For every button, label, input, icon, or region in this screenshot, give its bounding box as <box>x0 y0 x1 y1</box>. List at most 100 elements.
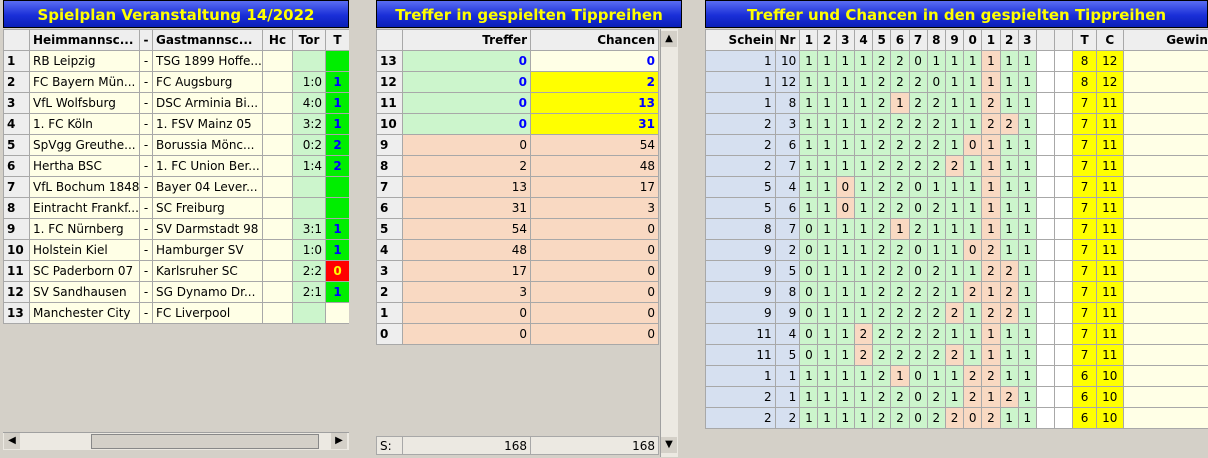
score-cell[interactable]: 1:4 <box>292 155 326 177</box>
table-row[interactable]: 8 2 48 <box>376 155 659 177</box>
column-header[interactable]: Nr <box>774 29 801 51</box>
column-header[interactable] <box>1054 29 1074 51</box>
table-row[interactable]: 9 8 0 1 1 1 2 2 2 2 1 2 1 2 1 7 11 <box>705 281 1208 303</box>
column-header[interactable]: 0 <box>963 29 983 51</box>
handicap-cell[interactable] <box>262 50 293 72</box>
column-header-hc[interactable]: Hc <box>262 29 293 51</box>
tendency-cell[interactable]: 1 <box>325 92 349 114</box>
table-row[interactable]: 8 Eintracht Frankf... - SC Freiburg <box>3 197 349 219</box>
tendency-cell[interactable]: 1 <box>325 239 349 261</box>
table-row[interactable]: 13 Manchester City - FC Liverpool <box>3 302 349 324</box>
tendency-cell[interactable]: 1 <box>325 113 349 135</box>
handicap-cell[interactable] <box>262 155 293 177</box>
table-row[interactable]: 2 2 1 1 1 1 2 2 0 2 2 0 2 1 1 6 10 <box>705 407 1208 429</box>
table-row[interactable]: 100 <box>376 302 659 324</box>
table-row[interactable]: 10 Holstein Kiel - Hamburger SV 1:0 1 <box>3 239 349 261</box>
tendency-cell[interactable] <box>325 50 349 72</box>
table-row[interactable]: 4 1. FC Köln -1. FSV Mainz 05 3:2 1 <box>3 113 349 135</box>
column-header-tor[interactable]: Tor <box>292 29 326 51</box>
column-header[interactable]: 5 <box>872 29 892 51</box>
handicap-cell[interactable] <box>262 239 293 261</box>
table-row[interactable]: 7 13 17 <box>376 176 659 198</box>
handicap-cell[interactable] <box>262 197 293 219</box>
column-header[interactable]: 1 <box>981 29 1001 51</box>
table-row[interactable]: 3 VfL Wolfsburg - DSC Arminia Bi... 4:0 1 <box>3 92 349 114</box>
column-header[interactable]: 2 <box>999 29 1019 51</box>
score-cell[interactable] <box>292 50 326 72</box>
tendency-cell[interactable]: 1 <box>325 218 349 240</box>
table-row[interactable]: 5 4 1 1 0 1 2 2 0 1 1 1 1 1 1 7 11 <box>705 176 1208 198</box>
score-cell[interactable]: 1:0 <box>292 239 326 261</box>
handicap-cell[interactable] <box>262 113 293 135</box>
table-row[interactable]: 1 8 1 1 1 1 2 1 2 2 1 1 2 1 1 7 11 <box>705 92 1208 114</box>
handicap-cell[interactable] <box>262 134 293 156</box>
column-header[interactable]: 7 <box>908 29 928 51</box>
table-row[interactable]: 3 17 0 <box>376 260 659 282</box>
table-row[interactable]: 5 SpVgg Greuthe... - Borussia Mönc... 0:2 2 <box>3 134 349 156</box>
score-cell[interactable]: 3:1 <box>292 218 326 240</box>
score-cell[interactable]: 0:2 <box>292 134 326 156</box>
table-row[interactable]: 5 54 0 <box>376 218 659 240</box>
table-row[interactable]: 2 1 1 1 1 1 2 2 0 2 1 2 1 2 1 6 10 <box>705 386 1208 408</box>
table-row[interactable]: 11 5 0 1 1 2 2 2 2 2 2 1 1 1 1 7 11 <box>705 344 1208 366</box>
column-header[interactable]: C <box>1095 29 1124 51</box>
scroll-left-icon[interactable]: ◀ <box>4 433 20 449</box>
table-row[interactable]: 9 1. FC Nürnberg - SV Darmstadt 98 3:1 1 <box>3 218 349 240</box>
tendency-cell[interactable]: 1 <box>325 281 349 303</box>
column-header[interactable]: 3 <box>835 29 855 51</box>
table-row[interactable]: 1 RB Leipzig - TSG 1899 Hoffe... <box>3 50 349 72</box>
tendency-cell[interactable]: 2 <box>325 155 349 177</box>
treffer-vertical-scrollbar[interactable]: ▲ ▼ <box>660 29 678 457</box>
spielplan-horizontal-scrollbar[interactable]: ◀ ▶ <box>3 432 349 450</box>
table-row[interactable]: 8 7 0 1 1 1 2 1 2 1 1 1 1 1 1 7 11 <box>705 218 1208 240</box>
column-header[interactable]: 6 <box>890 29 910 51</box>
tendency-cell[interactable] <box>325 176 349 198</box>
table-row[interactable]: 12 SV Sandhausen - SG Dynamo Dr... 2:1 1 <box>3 281 349 303</box>
score-cell[interactable]: 1:0 <box>292 71 326 93</box>
table-row[interactable]: 10 0 31 <box>376 113 659 135</box>
table-row[interactable]: 2 3 1 1 1 1 2 2 2 2 1 1 2 2 1 7 11 <box>705 113 1208 135</box>
table-row[interactable]: 11 0 13 <box>376 92 659 114</box>
tendency-cell[interactable] <box>325 197 349 219</box>
table-row[interactable]: 9 0 54 <box>376 134 659 156</box>
table-row[interactable]: 6 Hertha BSC -1. FC Union Ber... 1:4 2 <box>3 155 349 177</box>
scroll-right-icon[interactable]: ▶ <box>331 433 347 449</box>
handicap-cell[interactable] <box>262 281 293 303</box>
score-cell[interactable]: 2:1 <box>292 281 326 303</box>
table-row[interactable]: 1 12 1 1 1 1 2 2 2 0 1 1 1 1 1 8 12 <box>705 71 1208 93</box>
column-header[interactable]: Schein <box>705 29 776 51</box>
table-row[interactable]: 2 7 1 1 1 1 2 2 2 2 2 1 1 1 1 7 11 <box>705 155 1208 177</box>
table-row[interactable]: 1 10 1 1 1 1 2 2 0 1 1 1 1 1 1 8 12 <box>705 50 1208 72</box>
table-row[interactable]: 13 0 0 <box>376 50 659 72</box>
tendency-cell[interactable] <box>325 302 349 324</box>
column-header[interactable]: 3 <box>1017 29 1037 51</box>
score-cell[interactable]: 2:2 <box>292 260 326 282</box>
score-cell[interactable] <box>292 197 326 219</box>
score-cell[interactable]: 3:2 <box>292 113 326 135</box>
column-header[interactable]: 4 <box>853 29 874 51</box>
column-header-away[interactable]: Gastmannsc... <box>152 29 263 51</box>
tendency-cell[interactable]: 0 <box>325 260 349 282</box>
scroll-up-icon[interactable]: ▲ <box>661 31 677 47</box>
scroll-down-icon[interactable]: ▼ <box>661 437 677 453</box>
handicap-cell[interactable] <box>262 176 293 198</box>
column-header-t[interactable]: T <box>325 29 349 51</box>
scrollbar-thumb[interactable] <box>91 434 319 449</box>
table-row[interactable]: 9 9 0 1 1 1 2 2 2 2 2 1 2 2 1 7 11 <box>705 302 1208 324</box>
handicap-cell[interactable] <box>262 302 293 324</box>
table-row[interactable]: 6 31 3 <box>376 197 659 219</box>
column-header[interactable]: T <box>1072 29 1097 51</box>
table-row[interactable]: 9 2 0 1 1 1 2 2 0 1 1 0 2 1 1 7 11 <box>705 239 1208 261</box>
handicap-cell[interactable] <box>262 260 293 282</box>
score-cell[interactable] <box>292 176 326 198</box>
column-header[interactable]: 9 <box>944 29 965 51</box>
column-header[interactable]: Gewinn € <box>1122 29 1208 51</box>
column-header-home[interactable]: Heimmannsc... <box>29 29 140 51</box>
table-row[interactable]: 11 SC Paderborn 07- Karlsruher SC 2:2 0 <box>3 260 349 282</box>
column-header-treffer[interactable]: Treffer <box>402 29 531 51</box>
table-row[interactable]: 000 <box>376 323 659 345</box>
tendency-cell[interactable]: 1 <box>325 71 349 93</box>
table-row[interactable]: 11 4 0 1 1 2 2 2 2 2 1 1 1 1 1 7 11 <box>705 323 1208 345</box>
table-row[interactable]: 2 6 1 1 1 1 2 2 2 2 1 0 1 1 1 7 11 <box>705 134 1208 156</box>
column-header-chancen[interactable]: Chancen <box>530 29 659 51</box>
